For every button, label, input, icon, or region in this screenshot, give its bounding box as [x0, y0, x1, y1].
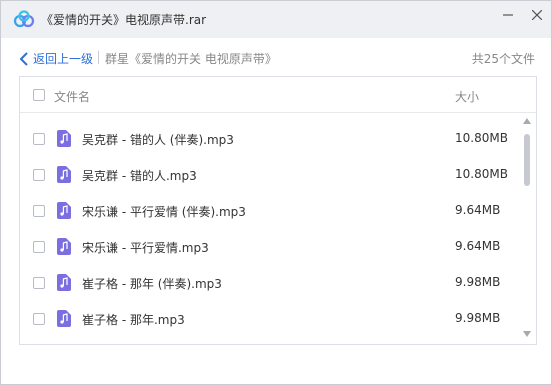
row-checkbox[interactable]	[33, 313, 45, 325]
file-list: 文件名 大小 吴克群 - 错的人 (伴奏).mp3 10.80MB 吴克群 - …	[19, 76, 537, 345]
back-button[interactable]: 返回上一级	[19, 50, 93, 67]
scroll-up-arrow-icon[interactable]	[523, 117, 531, 125]
file-size: 9.98MB	[455, 275, 501, 289]
file-size: 9.64MB	[455, 203, 501, 217]
archive-preview-window: 《爱情的开关》电视原声带.rar 返回上一级 群星《爱情的开关 电视原声带》 共…	[0, 0, 552, 385]
file-size: 10.80MB	[455, 167, 508, 181]
file-row[interactable]: 崔子格 - 那年 (伴奏).mp3 9.98MB	[20, 265, 518, 301]
nav-divider	[98, 51, 99, 64]
file-row[interactable]: 崔子格 - 那年.mp3 9.98MB	[20, 301, 518, 337]
list-header: 文件名 大小	[20, 77, 536, 113]
music-file-icon	[57, 238, 71, 255]
vertical-scrollbar[interactable]	[520, 117, 534, 344]
file-name: 崔子格 - 那年.mp3	[82, 313, 185, 327]
column-header-size[interactable]: 大小	[455, 88, 479, 105]
navigation-bar: 返回上一级 群星《爱情的开关 电视原声带》 共25个文件	[1, 38, 551, 76]
row-checkbox[interactable]	[33, 169, 45, 181]
baidu-netdisk-cloud-icon	[13, 10, 35, 28]
scroll-down-arrow-icon[interactable]	[523, 330, 531, 338]
music-file-icon	[57, 202, 71, 219]
title-bar[interactable]: 《爱情的开关》电视原声带.rar	[1, 1, 551, 38]
file-name: 宋乐谦 - 平行爱情 (伴奏).mp3	[82, 205, 246, 219]
music-file-icon	[57, 274, 71, 291]
file-size: 9.64MB	[455, 239, 501, 253]
file-name: 吴克群 - 错的人 (伴奏).mp3	[82, 133, 234, 147]
file-row[interactable]: 吴克群 - 错的人.mp3 10.80MB	[20, 157, 518, 193]
window-title: 《爱情的开关》电视原声带.rar	[41, 13, 207, 27]
row-checkbox[interactable]	[33, 241, 45, 253]
file-name: 吴克群 - 错的人.mp3	[82, 169, 197, 183]
file-size: 10.80MB	[455, 131, 508, 145]
select-all-checkbox[interactable]	[33, 89, 45, 101]
scrollbar-thumb[interactable]	[524, 134, 530, 186]
file-size: 9.98MB	[455, 311, 501, 325]
minimize-icon	[503, 14, 513, 16]
close-icon	[532, 10, 542, 20]
breadcrumb: 群星《爱情的开关 电视原声带》	[105, 52, 277, 66]
file-row[interactable]: 宋乐谦 - 平行爱情 (伴奏).mp3 9.64MB	[20, 193, 518, 229]
file-row[interactable]: 宋乐谦 - 平行爱情.mp3 9.64MB	[20, 229, 518, 265]
file-count: 共25个文件	[471, 52, 535, 66]
back-button-label: 返回上一级	[33, 52, 94, 66]
file-name: 崔子格 - 那年 (伴奏).mp3	[82, 277, 222, 291]
row-checkbox[interactable]	[33, 277, 45, 289]
close-button[interactable]	[524, 4, 550, 26]
column-header-name[interactable]: 文件名	[54, 88, 90, 105]
minimize-button[interactable]	[495, 4, 521, 26]
music-file-icon	[57, 130, 71, 147]
music-file-icon	[57, 310, 71, 327]
file-name: 宋乐谦 - 平行爱情.mp3	[82, 241, 209, 255]
file-row[interactable]: 吴克群 - 错的人 (伴奏).mp3 10.80MB	[20, 121, 518, 157]
row-checkbox[interactable]	[33, 205, 45, 217]
row-checkbox[interactable]	[33, 133, 45, 145]
music-file-icon	[57, 166, 71, 183]
chevron-left-icon	[19, 51, 28, 66]
